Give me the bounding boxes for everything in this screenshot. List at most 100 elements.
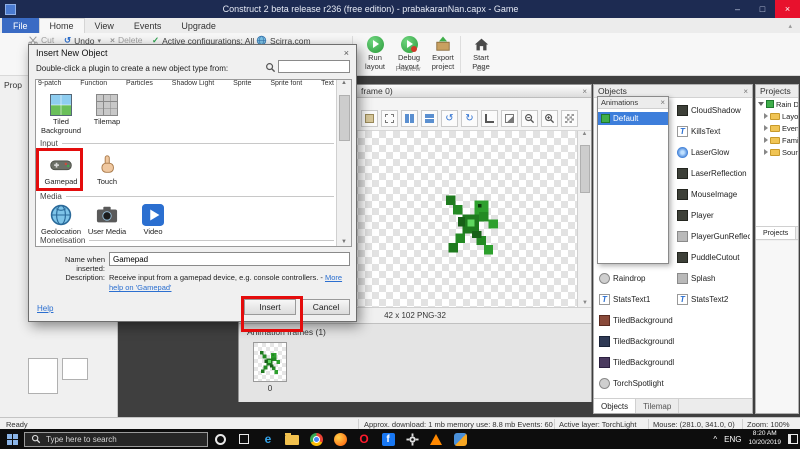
object-item[interactable]: LaserGlow — [674, 142, 750, 163]
tab-home[interactable]: Home — [38, 18, 85, 33]
plugin-touch[interactable]: Touch — [84, 152, 130, 187]
taskbar-file-explorer[interactable] — [280, 429, 304, 449]
project-folder-item[interactable]: Families — [756, 134, 798, 146]
object-item[interactable]: TiledBackground — [596, 310, 674, 331]
plugin-user-media[interactable]: User Media — [84, 202, 130, 237]
object-icon — [599, 315, 610, 326]
scroll-down-icon[interactable]: ▼ — [582, 300, 588, 306]
maximize-button[interactable]: □ — [750, 0, 775, 18]
taskbar-settings[interactable] — [400, 429, 424, 449]
mirror-icon[interactable] — [401, 110, 418, 127]
start-button[interactable] — [0, 429, 24, 449]
plugin-gamepad[interactable]: Gamepad — [38, 152, 84, 187]
task-view-icon — [239, 434, 249, 444]
tab-tilemap[interactable]: Tilemap — [636, 399, 680, 413]
scrollbar-thumb[interactable] — [580, 145, 590, 193]
object-item[interactable]: StatsText1 — [596, 289, 674, 310]
animation-item-default[interactable]: Default — [598, 112, 668, 125]
taskbar-chrome[interactable] — [304, 429, 328, 449]
tree-collapse-icon[interactable] — [764, 137, 768, 143]
cancel-button[interactable]: Cancel — [302, 299, 350, 315]
tray-clock[interactable]: 8:20 AM 10/20/2019 — [748, 430, 781, 448]
object-item[interactable]: StatsText2 — [674, 289, 750, 310]
taskbar-opera[interactable]: O — [352, 429, 376, 449]
edit-image-close-icon[interactable]: × — [582, 87, 587, 96]
tree-expand-icon[interactable] — [758, 102, 764, 106]
project-folder-item[interactable]: Event sh — [756, 122, 798, 134]
task-view-button[interactable] — [232, 429, 256, 449]
opera-icon: O — [359, 432, 369, 446]
cortana-button[interactable] — [208, 429, 232, 449]
properties-field[interactable] — [28, 358, 58, 394]
tab-projects[interactable]: Projects — [756, 227, 797, 239]
close-button[interactable]: × — [775, 0, 800, 18]
canvas-vertical-scrollbar[interactable]: ▲ ▼ — [577, 131, 591, 307]
ribbon-tab-row: File Home View Events Upgrade ▴ — [0, 18, 800, 33]
object-item[interactable]: KillsText — [674, 121, 750, 142]
project-folder-item[interactable]: Layouts — [756, 110, 798, 122]
tab-events[interactable]: Events — [124, 18, 172, 33]
taskbar-facebook[interactable]: f — [376, 429, 400, 449]
rotate-ccw-icon[interactable]: ↺ — [441, 110, 458, 127]
zoom-in-icon[interactable] — [541, 110, 558, 127]
tree-collapse-icon[interactable] — [764, 125, 768, 131]
zoom-out-icon[interactable] — [521, 110, 538, 127]
plugin-tilemap[interactable]: Tilemap — [84, 92, 130, 135]
scroll-up-icon[interactable]: ▲ — [341, 80, 347, 86]
tab-view[interactable]: View — [85, 18, 124, 33]
tab-file[interactable]: File — [2, 18, 39, 33]
select-icon[interactable] — [381, 110, 398, 127]
animations-panel-close-icon[interactable]: × — [660, 98, 665, 107]
name-when-inserted-input[interactable] — [109, 252, 350, 266]
object-item[interactable]: MouseImage — [674, 184, 750, 205]
plugin-geolocation[interactable]: Geolocation — [38, 202, 84, 237]
plugin-video[interactable]: Video — [130, 202, 176, 237]
object-item[interactable]: CloudShadow — [674, 100, 750, 121]
object-item[interactable]: Raindrop — [596, 268, 674, 289]
scroll-up-icon[interactable]: ▲ — [582, 131, 588, 137]
tray-chevron-icon[interactable]: ^ — [713, 435, 717, 444]
tray-language[interactable]: ENG — [724, 435, 741, 444]
scroll-down-icon[interactable]: ▼ — [341, 239, 347, 245]
plugin-search-input[interactable] — [278, 60, 350, 73]
grid-icon[interactable] — [561, 110, 578, 127]
taskbar-construct2[interactable] — [448, 429, 472, 449]
object-item[interactable]: PuddleCutout — [674, 247, 750, 268]
object-item[interactable]: Splash — [674, 268, 750, 289]
taskbar-firefox[interactable] — [328, 429, 352, 449]
crop-icon[interactable] — [481, 110, 498, 127]
object-item[interactable]: TiledBackgroundBlue — [596, 331, 674, 352]
tab-upgrade[interactable]: Upgrade — [171, 18, 226, 33]
tree-collapse-icon[interactable] — [764, 113, 768, 119]
taskbar-edge[interactable]: e — [256, 429, 280, 449]
collapse-ribbon-icon[interactable]: ▴ — [788, 18, 792, 33]
project-root-item[interactable]: Rain De — [756, 98, 798, 110]
object-item[interactable]: TiledBackgroundNormal — [596, 352, 674, 373]
taskbar-vlc[interactable] — [424, 429, 448, 449]
tab-layers[interactable]: Layers — [796, 227, 798, 239]
scrollbar-thumb[interactable] — [339, 95, 350, 141]
paste-icon[interactable] — [361, 110, 378, 127]
object-item[interactable]: TorchSpotlight — [596, 373, 674, 394]
status-zoom: Zoom: 100% — [747, 420, 790, 429]
plugin-list-scrollbar[interactable]: ▲ ▼ — [336, 80, 351, 246]
taskbar-search[interactable]: Type here to search — [24, 431, 208, 447]
rotate-cw-icon[interactable]: ↻ — [461, 110, 478, 127]
dialog-close-icon[interactable]: × — [344, 48, 349, 58]
notifications-icon[interactable] — [788, 434, 798, 444]
tree-collapse-icon[interactable] — [764, 149, 768, 155]
object-item[interactable]: LaserReflection — [674, 163, 750, 184]
help-link[interactable]: Help — [37, 304, 53, 313]
properties-field[interactable] — [62, 358, 88, 380]
tab-objects[interactable]: Objects — [594, 399, 637, 413]
flip-icon[interactable] — [421, 110, 438, 127]
object-item[interactable]: Player — [674, 205, 750, 226]
resize-icon[interactable] — [501, 110, 518, 127]
frame-thumbnail[interactable] — [253, 342, 287, 382]
object-item[interactable]: PlayerGunReflection — [674, 226, 750, 247]
objects-panel-close-icon[interactable]: × — [743, 87, 748, 96]
minimize-button[interactable]: – — [725, 0, 750, 18]
plugin-tiled-background[interactable]: Tiled Background — [38, 92, 84, 135]
project-folder-item[interactable]: Sounds — [756, 146, 798, 158]
insert-button[interactable]: Insert — [244, 299, 296, 315]
